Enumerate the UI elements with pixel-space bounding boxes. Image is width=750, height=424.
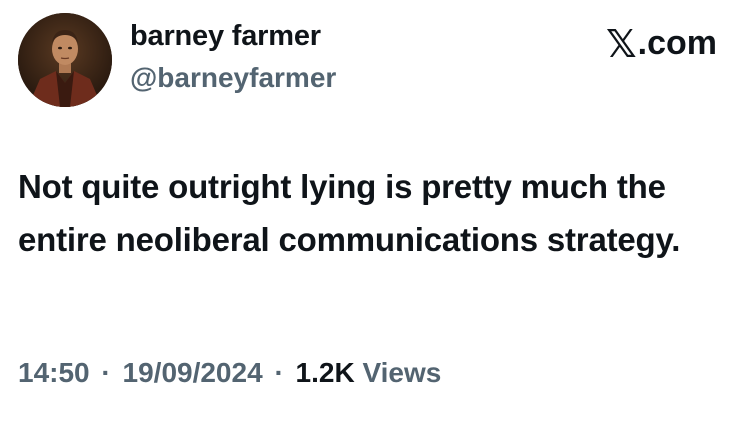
portrait-avatar-icon [18, 13, 112, 107]
tweet-date[interactable]: 19/09/2024 [123, 357, 263, 388]
author-display-name[interactable]: barney farmer [130, 20, 321, 53]
tweet-metadata: 14:50 · 19/09/2024 · 1.2K Views [18, 357, 441, 389]
tweet-card: barney farmer @barneyfarmer 𝕏 .com Not q… [0, 0, 750, 424]
brand-domain-text: .com [637, 24, 717, 62]
author-handle[interactable]: @barneyfarmer [130, 62, 336, 94]
tweet-text: Not quite outright lying is pretty much … [18, 168, 681, 258]
meta-separator: · [274, 357, 284, 388]
views-count: 1.2K [295, 357, 355, 388]
avatar[interactable] [18, 13, 112, 107]
x-brand-logo: 𝕏 .com [606, 24, 717, 63]
x-logo-icon: 𝕏 [606, 21, 637, 66]
meta-separator: · [101, 357, 111, 388]
views-label: Views [362, 357, 442, 388]
tweet-time[interactable]: 14:50 [18, 357, 90, 388]
